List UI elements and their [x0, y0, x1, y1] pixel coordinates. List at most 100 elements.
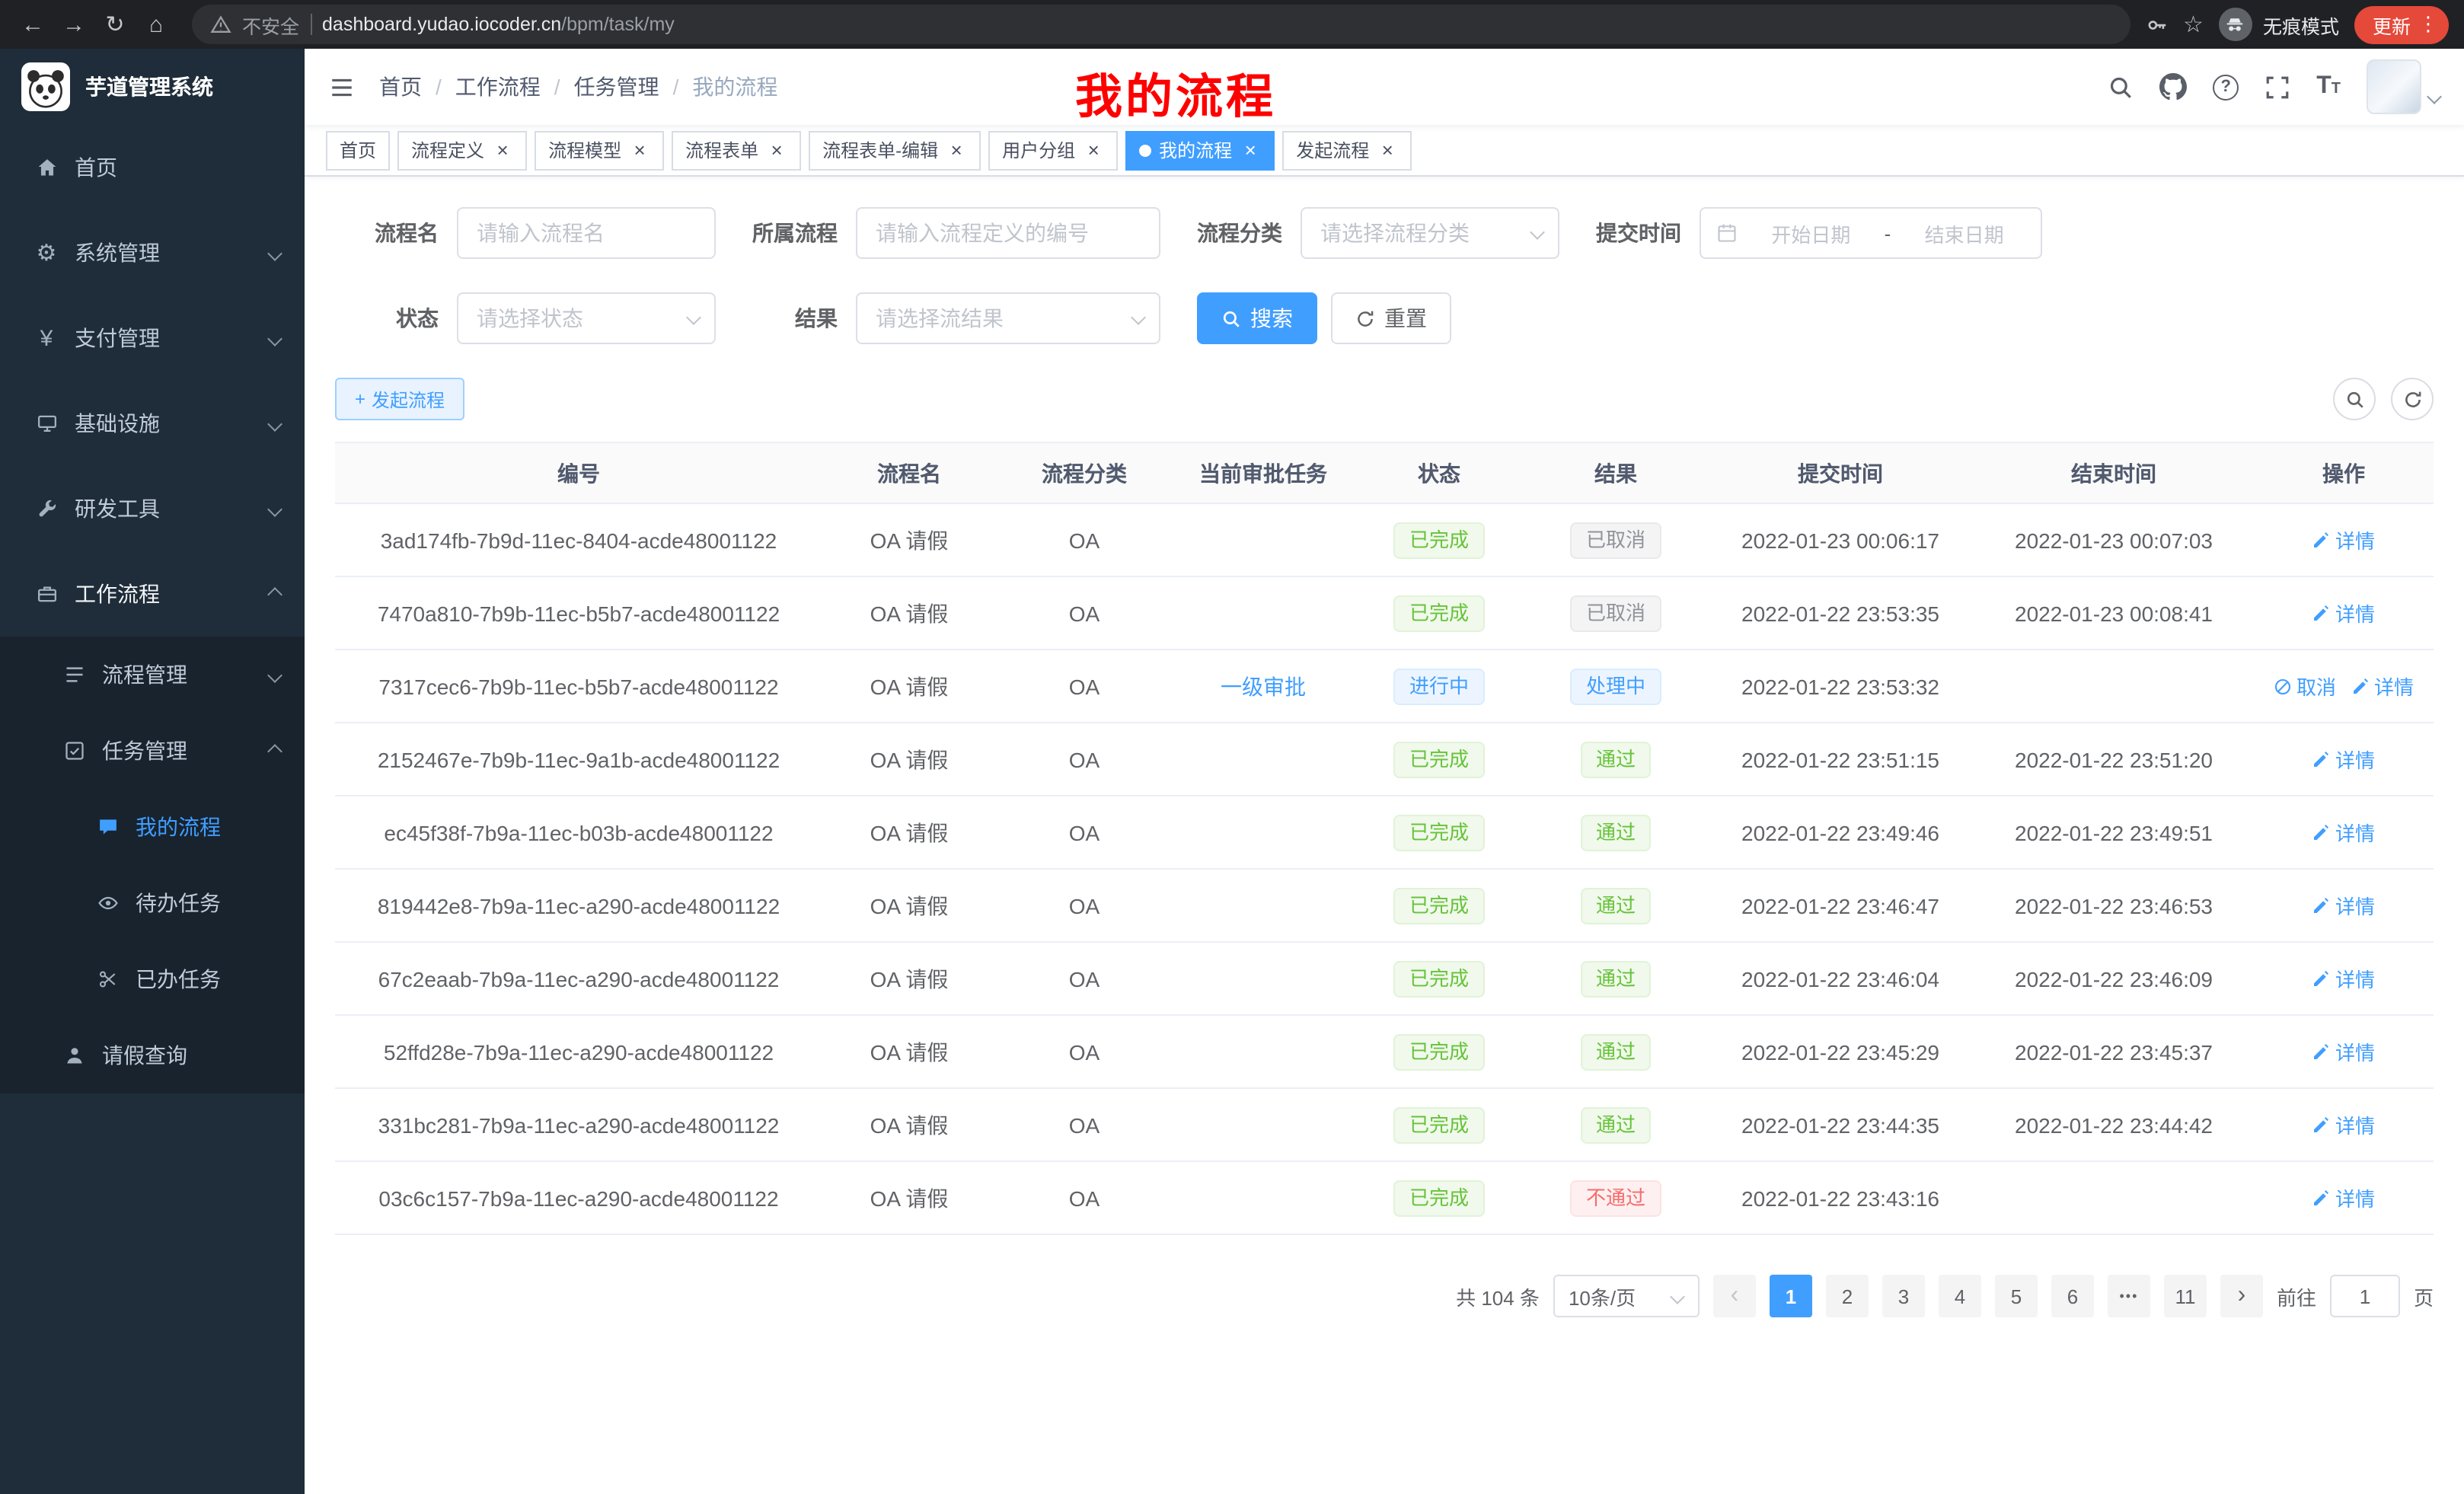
app-logo[interactable]: 芋道管理系统 — [0, 49, 305, 125]
detail-button[interactable]: 详情 — [2312, 818, 2375, 847]
detail-button[interactable]: 详情 — [2312, 1037, 2375, 1066]
status-select[interactable] — [457, 292, 716, 344]
page-button-2[interactable]: 2 — [1826, 1275, 1869, 1317]
detail-button[interactable]: 详情 — [2312, 599, 2375, 627]
close-icon[interactable]: × — [766, 139, 787, 161]
sidebar-item-infra[interactable]: 基础设施 — [0, 381, 305, 466]
breadcrumb-task-mgmt[interactable]: 任务管理 — [574, 72, 659, 102]
breadcrumb-home[interactable]: 首页 — [379, 72, 422, 102]
forward-button[interactable]: → — [53, 4, 94, 45]
reset-button[interactable]: 重置 — [1331, 292, 1451, 344]
tab-start-process[interactable]: 发起流程× — [1282, 130, 1412, 170]
sidebar-item-task-mgmt[interactable]: 任务管理 — [0, 713, 305, 789]
close-icon[interactable]: × — [1240, 139, 1261, 161]
refresh-button[interactable] — [2391, 378, 2434, 420]
chevron-down-icon — [267, 667, 282, 682]
breadcrumb-workflow[interactable]: 工作流程 — [455, 72, 541, 102]
detail-button[interactable]: 详情 — [2351, 672, 2414, 701]
chevron-down-icon — [267, 330, 282, 346]
search-button[interactable]: 搜索 — [1197, 292, 1317, 344]
sidebar-item-home[interactable]: 首页 — [0, 125, 305, 210]
end-date-placeholder[interactable]: 结束日期 — [1903, 219, 2025, 247]
start-process-button[interactable]: + 发起流程 — [335, 378, 464, 420]
detail-button[interactable]: 详情 — [2312, 964, 2375, 993]
process-name-input[interactable] — [457, 207, 716, 259]
cell-actions: 详情 — [2254, 723, 2434, 796]
help-icon[interactable]: ? — [2213, 74, 2239, 100]
sidebar-item-system[interactable]: ⚙ 系统管理 — [0, 210, 305, 295]
github-icon[interactable] — [2159, 73, 2187, 101]
page-button-5[interactable]: 5 — [1995, 1275, 2038, 1317]
sidebar-item-workflow[interactable]: 工作流程 — [0, 551, 305, 637]
detail-button[interactable]: 详情 — [2312, 1110, 2375, 1139]
breadcrumb-current: 我的流程 — [692, 72, 777, 102]
detail-button[interactable]: 详情 — [2312, 891, 2375, 920]
close-icon[interactable]: × — [492, 139, 513, 161]
address-bar[interactable]: 不安全 dashboard.yudao.iocoder.cn/bpm/task/… — [192, 5, 2130, 44]
tab-process-model[interactable]: 流程模型× — [535, 130, 664, 170]
cell-submit-time: 2022-01-22 23:46:04 — [1707, 942, 1974, 1015]
user-menu[interactable] — [2367, 59, 2440, 114]
close-icon[interactable]: × — [1083, 139, 1104, 161]
page-size-select[interactable]: 10条/页 — [1553, 1275, 1700, 1317]
tab-my-process[interactable]: 我的流程× — [1125, 130, 1275, 170]
sidebar-label: 系统管理 — [75, 238, 254, 268]
sidebar-item-payment[interactable]: ¥ 支付管理 — [0, 295, 305, 381]
url-text[interactable]: dashboard.yudao.iocoder.cn/bpm/task/my — [322, 14, 675, 35]
password-key-icon[interactable] — [2145, 13, 2168, 36]
goto-page-input[interactable] — [2330, 1275, 2400, 1317]
page-button-4[interactable]: 4 — [1939, 1275, 1981, 1317]
close-icon[interactable]: × — [946, 139, 967, 161]
hamburger-icon[interactable] — [329, 74, 355, 100]
result-select[interactable] — [856, 292, 1160, 344]
back-button[interactable]: ← — [12, 4, 53, 45]
start-date-placeholder[interactable]: 开始日期 — [1750, 219, 1872, 247]
incognito-badge[interactable]: 无痕模式 — [2219, 8, 2339, 41]
browser-menu-icon[interactable]: ⋮ — [2418, 12, 2438, 37]
fullscreen-icon[interactable] — [2265, 74, 2290, 100]
current-task-link[interactable]: 一级审批 — [1221, 674, 1306, 698]
bookmark-star-icon[interactable]: ☆ — [2183, 11, 2204, 38]
avatar[interactable] — [2367, 59, 2421, 114]
home-button[interactable]: ⌂ — [136, 4, 177, 45]
cancel-button[interactable]: 取消 — [2274, 672, 2336, 701]
page-button-6[interactable]: 6 — [2051, 1275, 2094, 1317]
tab-process-definition[interactable]: 流程定义× — [397, 130, 527, 170]
reload-button[interactable]: ↻ — [94, 4, 136, 45]
tab-process-form-edit[interactable]: 流程表单-编辑× — [809, 130, 981, 170]
page-button-3[interactable]: 3 — [1882, 1275, 1925, 1317]
close-icon[interactable]: × — [1377, 139, 1398, 161]
cell-result: 已取消 — [1524, 576, 1707, 650]
font-size-icon[interactable]: TT — [2316, 75, 2341, 99]
toggle-search-button[interactable] — [2333, 378, 2376, 420]
prev-page-button[interactable]: ‹ — [1713, 1275, 1756, 1317]
page-button-1[interactable]: 1 — [1770, 1275, 1812, 1317]
next-page-button[interactable]: › — [2220, 1275, 2263, 1317]
submit-time-range-picker[interactable]: 开始日期 - 结束日期 — [1700, 207, 2042, 259]
status-badge: 已完成 — [1394, 887, 1484, 924]
more-pages-button[interactable]: ••• — [2108, 1275, 2150, 1317]
sidebar-item-todo-tasks[interactable]: 待办任务 — [0, 865, 305, 941]
cell-current-task — [1173, 942, 1354, 1015]
security-label[interactable]: 不安全 — [242, 10, 299, 39]
tab-user-group[interactable]: 用户分组× — [988, 130, 1118, 170]
col-name: 流程名 — [822, 442, 996, 503]
sidebar-item-leave-query[interactable]: 请假查询 — [0, 1017, 305, 1093]
tab-process-form[interactable]: 流程表单× — [672, 130, 801, 170]
close-icon[interactable]: × — [629, 139, 650, 161]
page-button-11[interactable]: 11 — [2164, 1275, 2207, 1317]
search-icon[interactable] — [2108, 74, 2134, 100]
sidebar-item-devtools[interactable]: 研发工具 — [0, 466, 305, 551]
sidebar-item-process-mgmt[interactable]: 流程管理 — [0, 637, 305, 713]
breadcrumb-separator: / — [554, 75, 560, 99]
detail-button[interactable]: 详情 — [2312, 1183, 2375, 1212]
update-button[interactable]: 更新 ⋮ — [2354, 5, 2449, 43]
detail-button[interactable]: 详情 — [2312, 745, 2375, 774]
detail-button[interactable]: 详情 — [2312, 525, 2375, 554]
cell-id: 331bc281-7b9a-11ec-a290-acde48001122 — [335, 1088, 822, 1161]
sidebar-item-done-tasks[interactable]: 已办任务 — [0, 941, 305, 1017]
tab-home[interactable]: 首页 — [326, 130, 390, 170]
process-definition-input[interactable] — [856, 207, 1160, 259]
sidebar-item-my-process[interactable]: 我的流程 — [0, 789, 305, 865]
category-select[interactable] — [1301, 207, 1559, 259]
